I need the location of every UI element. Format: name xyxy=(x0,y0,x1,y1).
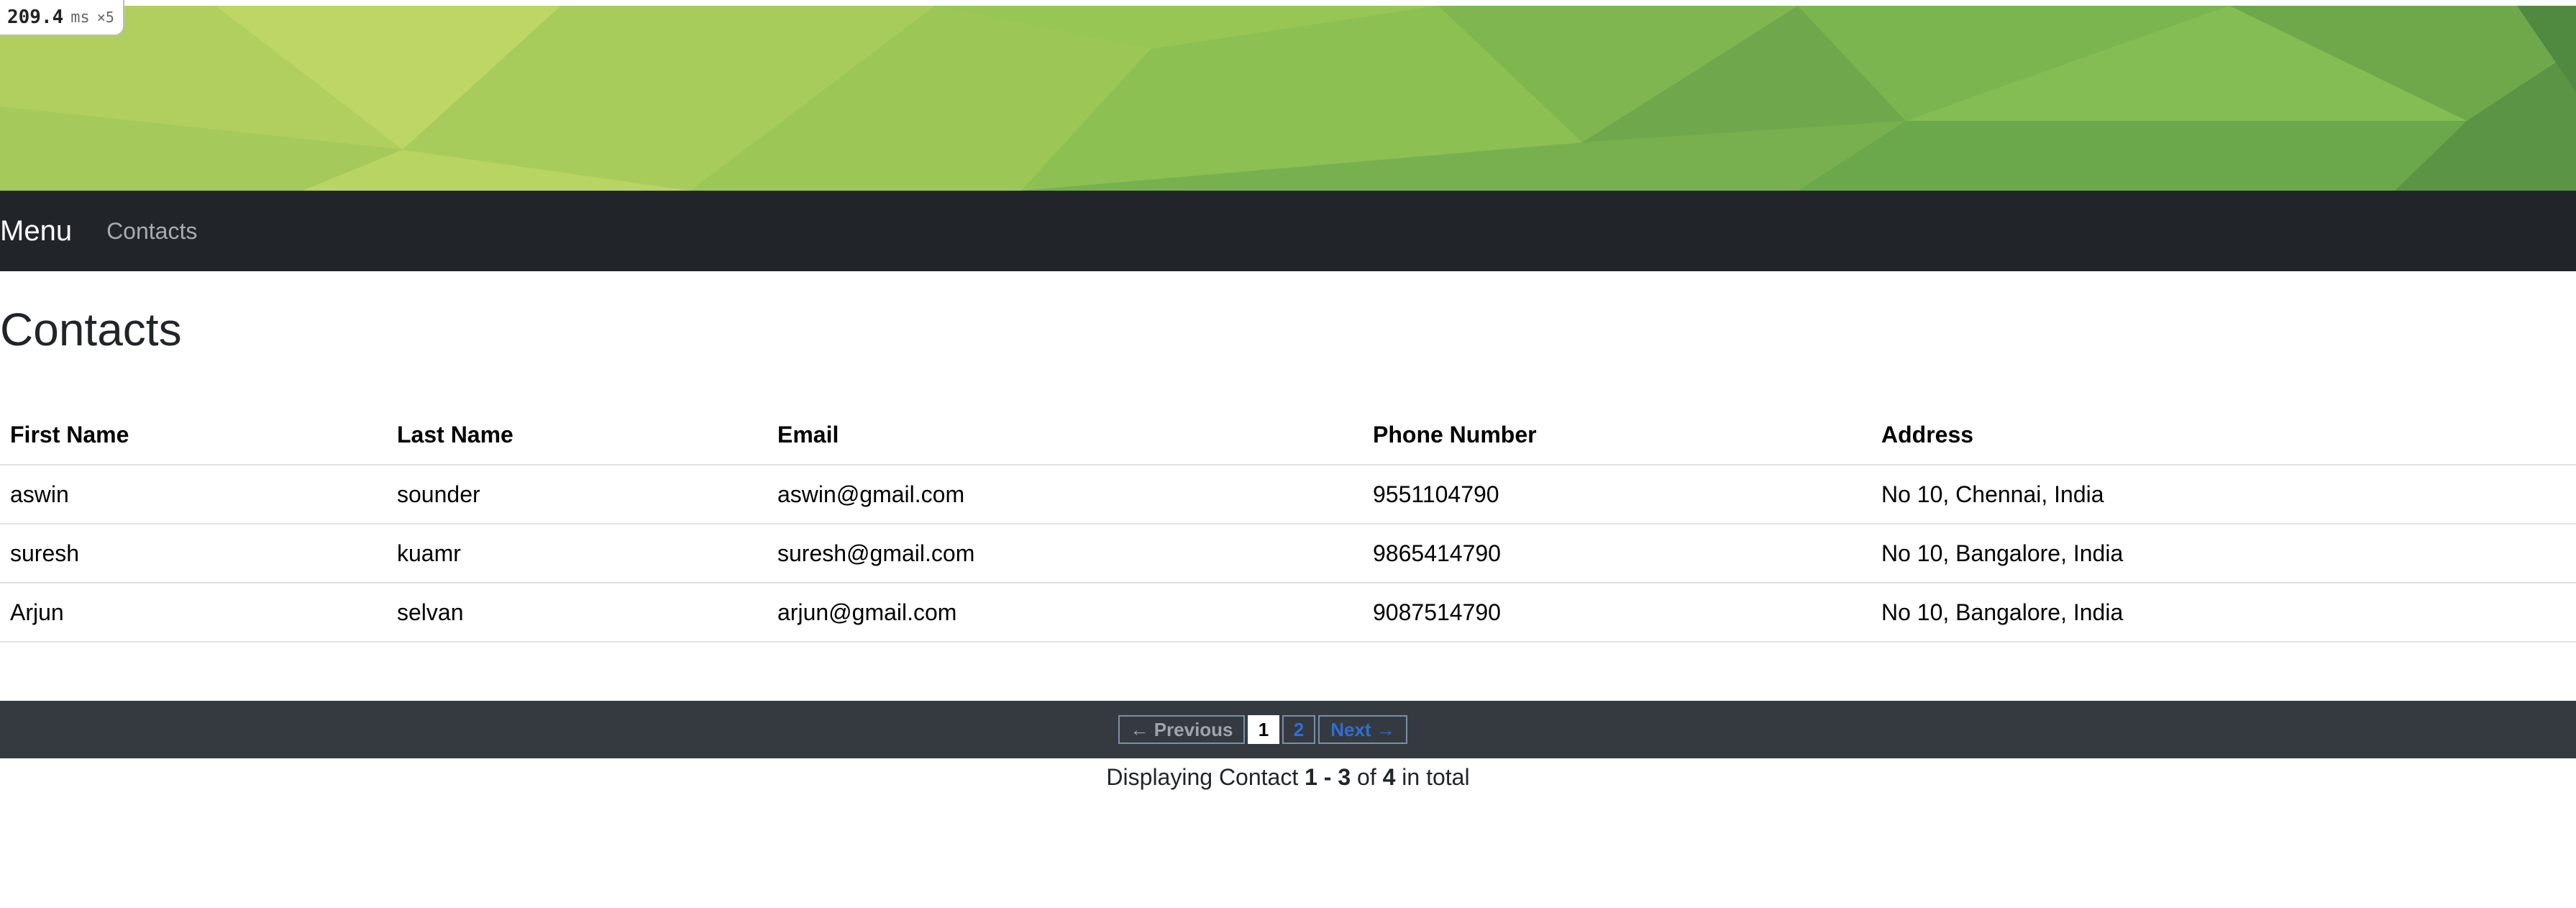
profiler-count: ×5 xyxy=(96,9,114,26)
cell-address: No 10, Chennai, India xyxy=(1871,465,2576,525)
column-header-first-name: First Name xyxy=(0,405,387,466)
navbar-brand-menu[interactable]: Menu xyxy=(0,215,72,248)
banner-polygon-art xyxy=(0,6,2576,191)
page-2-link[interactable]: 2 xyxy=(1282,715,1315,744)
table-row: aswin sounder aswin@gmail.com 9551104790… xyxy=(0,465,2576,525)
column-header-last-name: Last Name xyxy=(387,405,767,466)
summary-total: 4 xyxy=(1382,764,1396,790)
header-banner xyxy=(0,6,2576,191)
profiler-time: 209.4 xyxy=(7,6,64,28)
summary-of: of xyxy=(1357,764,1376,790)
cell-last-name: kuamr xyxy=(387,524,767,584)
profiler-unit: ms xyxy=(70,8,90,27)
cell-first-name: suresh xyxy=(0,524,387,584)
column-header-address: Address xyxy=(1871,405,2576,466)
cell-address: No 10, Bangalore, India xyxy=(1871,524,2576,584)
table-header-row: First Name Last Name Email Phone Number … xyxy=(0,405,2576,466)
profiler-badge[interactable]: 209.4 ms ×5 xyxy=(0,0,124,36)
cell-phone-number: 9865414790 xyxy=(1363,524,1871,584)
summary-range: 1 - 3 xyxy=(1305,764,1351,790)
previous-page-button: ← Previous xyxy=(1118,715,1245,744)
navbar: Menu Contacts xyxy=(0,191,2576,271)
contacts-table: First Name Last Name Email Phone Number … xyxy=(0,405,2576,643)
summary-suffix: in total xyxy=(1402,764,1470,790)
cell-address: No 10, Bangalore, India xyxy=(1871,583,2576,643)
column-header-email: Email xyxy=(767,405,1363,466)
cell-first-name: aswin xyxy=(0,465,387,525)
pagination: ← Previous 1 2 Next → xyxy=(1118,715,1407,744)
pagination-bar: ← Previous 1 2 Next → xyxy=(0,701,2576,758)
page-title: Contacts xyxy=(0,304,182,355)
summary-prefix: Displaying Contact xyxy=(1106,764,1299,790)
cell-last-name: sounder xyxy=(387,465,767,525)
pagination-summary: Displaying Contact 1 - 3 of 4 in total xyxy=(0,758,2576,796)
table-row: suresh kuamr suresh@gmail.com 9865414790… xyxy=(0,524,2576,584)
cell-email: arjun@gmail.com xyxy=(767,583,1363,643)
cell-first-name: Arjun xyxy=(0,583,387,643)
column-header-phone-number: Phone Number xyxy=(1363,405,1871,466)
nav-link-contacts[interactable]: Contacts xyxy=(106,218,197,245)
cell-phone-number: 9087514790 xyxy=(1363,583,1871,643)
page: 209.4 ms ×5 Menu Contacts Contacts First… xyxy=(0,0,2576,908)
cell-last-name: selvan xyxy=(387,583,767,643)
cell-email: aswin@gmail.com xyxy=(767,465,1363,525)
table-row: Arjun selvan arjun@gmail.com 9087514790 … xyxy=(0,583,2576,643)
page-1-current: 1 xyxy=(1248,715,1279,744)
cell-email: suresh@gmail.com xyxy=(767,524,1363,584)
cell-phone-number: 9551104790 xyxy=(1363,465,1871,525)
next-page-button[interactable]: Next → xyxy=(1318,715,1407,744)
